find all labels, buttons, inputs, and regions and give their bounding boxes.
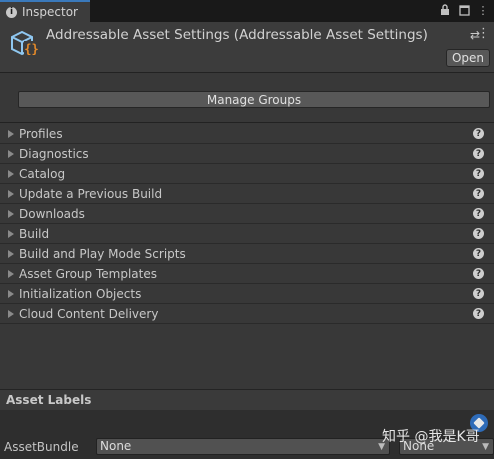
help-icon[interactable]: ? xyxy=(473,228,484,239)
foldout-arrow-icon xyxy=(8,209,14,218)
foldout-label: Diagnostics xyxy=(19,146,89,161)
tab-kebab-icon[interactable]: ⋮ xyxy=(476,3,490,17)
open-button[interactable]: Open xyxy=(446,49,490,67)
assetbundle-label: AssetBundle xyxy=(4,440,79,454)
help-icon[interactable]: ? xyxy=(473,308,484,319)
asset-labels-header[interactable]: Asset Labels xyxy=(0,389,494,410)
assetbundle-select[interactable]: None ▼ xyxy=(96,438,390,455)
foldout-label: Profiles xyxy=(19,126,63,141)
header-divider xyxy=(0,72,494,73)
help-icon[interactable]: ? xyxy=(473,268,484,279)
foldout-label: Update a Previous Build xyxy=(19,186,163,201)
foldout-cloud-content-delivery[interactable]: Cloud Content Delivery ? xyxy=(0,304,494,324)
foldout-label: Downloads xyxy=(19,206,85,221)
foldout-label: Catalog xyxy=(19,166,66,181)
foldout-downloads[interactable]: Downloads ? xyxy=(0,204,494,224)
help-icon[interactable]: ? xyxy=(473,168,484,179)
foldout-arrow-icon xyxy=(8,289,14,298)
foldout-initialization-objects[interactable]: Initialization Objects ? xyxy=(0,284,494,304)
help-icon[interactable]: ? xyxy=(473,188,484,199)
foldout-label: Build and Play Mode Scripts xyxy=(19,246,186,261)
foldout-label: Initialization Objects xyxy=(19,286,142,301)
foldout-build[interactable]: Build ? xyxy=(0,224,494,244)
svg-text:{}: {} xyxy=(24,42,38,56)
foldout-label: Asset Group Templates xyxy=(19,266,157,281)
foldout-asset-group-templates[interactable]: Asset Group Templates ? xyxy=(0,264,494,284)
foldout-arrow-icon xyxy=(8,269,14,278)
foldout-arrow-icon xyxy=(8,189,14,198)
info-icon: i xyxy=(6,6,17,18)
section-divider xyxy=(0,122,494,123)
settings-foldouts: Profiles ? Diagnostics ? Catalog ? Updat… xyxy=(0,124,494,324)
foldout-arrow-icon xyxy=(8,129,14,138)
foldout-catalog[interactable]: Catalog ? xyxy=(0,164,494,184)
manage-groups-button[interactable]: Manage Groups xyxy=(18,91,490,108)
inspector-tab[interactable]: i Inspector xyxy=(0,0,90,22)
foldout-diagnostics[interactable]: Diagnostics ? xyxy=(0,144,494,164)
foldout-update-previous-build[interactable]: Update a Previous Build ? xyxy=(0,184,494,204)
addressable-settings-icon: {} xyxy=(11,30,39,56)
help-icon[interactable]: ? xyxy=(473,128,484,139)
foldout-arrow-icon xyxy=(8,309,14,318)
chevron-down-icon: ▼ xyxy=(482,442,489,452)
watermark: 知乎 @我是K哥 xyxy=(382,429,480,445)
inspector-tab-label: Inspector xyxy=(22,5,78,19)
tab-bar: i Inspector ⋮ xyxy=(0,0,494,22)
foldout-arrow-icon xyxy=(8,249,14,258)
help-icon[interactable]: ? xyxy=(473,288,484,299)
foldout-arrow-icon xyxy=(8,169,14,178)
foldout-build-play-mode-scripts[interactable]: Build and Play Mode Scripts ? xyxy=(0,244,494,264)
help-icon[interactable]: ? xyxy=(473,148,484,159)
lock-icon[interactable] xyxy=(438,3,452,17)
foldout-arrow-icon xyxy=(8,229,14,238)
header-kebab-icon[interactable]: ⋮ xyxy=(477,26,490,41)
header-title: Addressable Asset Settings (Addressable … xyxy=(46,27,428,43)
foldout-label: Cloud Content Delivery xyxy=(19,306,159,321)
help-icon[interactable]: ? xyxy=(473,208,484,219)
maximize-icon[interactable] xyxy=(457,3,471,17)
tab-actions: ⋮ xyxy=(438,3,490,17)
foldout-arrow-icon xyxy=(8,149,14,158)
foldout-label: Build xyxy=(19,226,50,241)
assetbundle-value: None xyxy=(100,439,132,453)
help-icon[interactable]: ? xyxy=(473,248,484,259)
inspector-header: {} Addressable Asset Settings (Addressab… xyxy=(0,22,494,72)
foldout-profiles[interactable]: Profiles ? xyxy=(0,124,494,144)
asset-labels-title: Asset Labels xyxy=(6,393,92,407)
